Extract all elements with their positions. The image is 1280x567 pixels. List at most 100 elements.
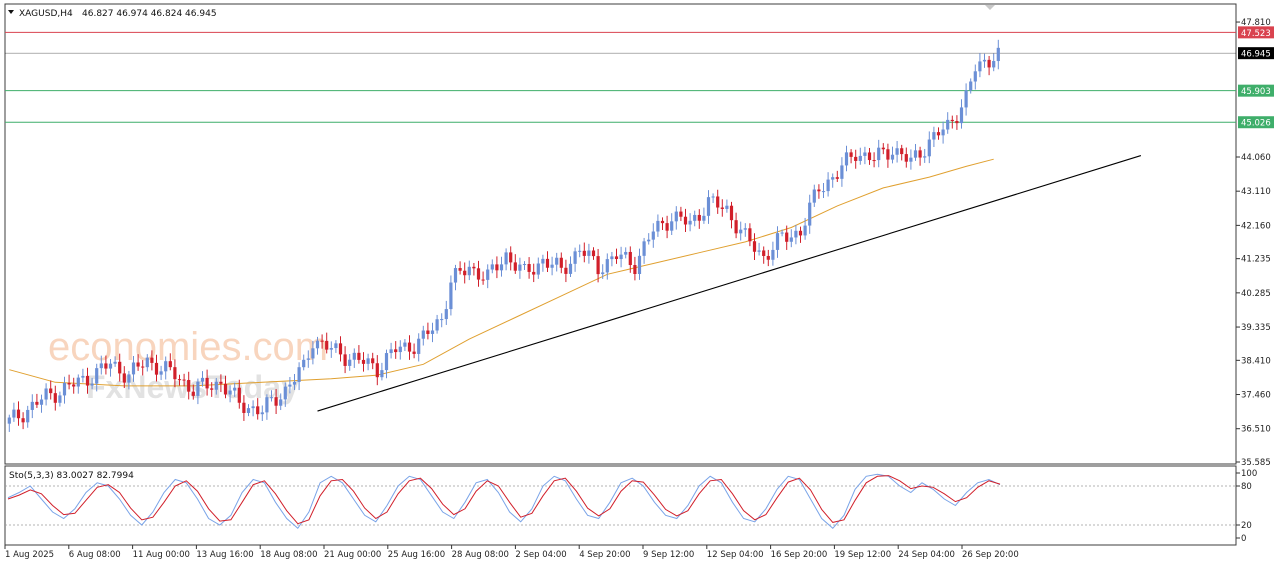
candle-body bbox=[596, 256, 600, 275]
candle-body bbox=[35, 401, 39, 405]
candle-body bbox=[923, 156, 927, 158]
symbol-label: XAGUSD,H4 bbox=[19, 9, 73, 19]
candle-body bbox=[283, 386, 287, 400]
candle-body bbox=[274, 397, 278, 406]
candle-body bbox=[449, 282, 453, 310]
candle-body bbox=[187, 379, 191, 392]
candle-body bbox=[315, 340, 320, 349]
candle-body bbox=[486, 269, 490, 280]
candle-body bbox=[196, 381, 200, 396]
candle-body bbox=[476, 268, 481, 280]
stoch-y-tick-label: 0 bbox=[1241, 534, 1246, 544]
y-tick-label: 42.160 bbox=[1241, 221, 1271, 231]
candle-body bbox=[973, 71, 977, 82]
candle-body bbox=[900, 148, 904, 155]
candle-body bbox=[334, 343, 338, 349]
candle-body bbox=[913, 150, 918, 158]
candle-body bbox=[854, 156, 858, 161]
candle-body bbox=[72, 384, 76, 387]
candle-body bbox=[338, 343, 343, 355]
candle-body bbox=[725, 205, 729, 209]
candle-body bbox=[642, 241, 646, 256]
candle-body bbox=[421, 330, 425, 339]
y-tick-label: 38.410 bbox=[1241, 356, 1271, 366]
candle-body bbox=[890, 154, 895, 160]
candle-body bbox=[265, 397, 269, 413]
price-tag-label-current: 46.945 bbox=[1241, 50, 1271, 60]
candle-body bbox=[872, 160, 876, 162]
candle-body bbox=[223, 383, 228, 395]
candle-body bbox=[532, 271, 536, 275]
x-tick-label: 19 Sep 12:00 bbox=[834, 550, 891, 560]
candle-body bbox=[743, 228, 747, 230]
candle-body bbox=[481, 279, 485, 281]
candle-body bbox=[403, 342, 407, 347]
candle-body bbox=[412, 351, 416, 354]
candle-body bbox=[343, 354, 347, 366]
candle-body bbox=[256, 406, 260, 415]
x-tick-label: 13 Aug 16:00 bbox=[196, 550, 253, 560]
price-chart[interactable]: economies.com FxNewsToday 47.81044.06043… bbox=[0, 0, 1280, 567]
x-tick-label: 6 Aug 08:00 bbox=[69, 550, 121, 560]
candle-body bbox=[49, 388, 53, 394]
candle-body bbox=[499, 264, 504, 271]
candle-body bbox=[306, 358, 310, 360]
y-tick-label: 36.510 bbox=[1241, 425, 1271, 435]
candle-body bbox=[292, 381, 297, 385]
candle-body bbox=[440, 319, 444, 321]
candle-body bbox=[159, 371, 163, 375]
candle-body bbox=[453, 268, 458, 283]
candle-body bbox=[104, 363, 108, 369]
candle-body bbox=[628, 251, 632, 266]
candle-body bbox=[513, 262, 517, 271]
candle-body bbox=[739, 229, 743, 234]
candle-body bbox=[269, 397, 274, 399]
ohlc-label: 46.827 46.974 46.824 46.945 bbox=[82, 9, 217, 19]
candle-body bbox=[992, 61, 996, 68]
candle-body bbox=[522, 264, 527, 266]
candle-body bbox=[417, 338, 421, 354]
candle-body bbox=[361, 359, 366, 364]
candle-body bbox=[518, 264, 522, 271]
x-tick-label: 11 Aug 00:00 bbox=[133, 550, 190, 560]
candle-body bbox=[619, 254, 623, 260]
x-tick-label: 16 Sep 20:00 bbox=[771, 550, 828, 560]
candle-body bbox=[651, 231, 655, 240]
candle-body bbox=[210, 388, 214, 390]
candle-body bbox=[909, 157, 913, 162]
candle-body bbox=[969, 81, 973, 91]
candle-body bbox=[435, 319, 439, 331]
candle-body bbox=[260, 412, 264, 415]
candle-body bbox=[803, 225, 807, 236]
candle-body bbox=[996, 47, 1000, 62]
candle-body bbox=[545, 258, 550, 268]
candle-body bbox=[946, 119, 950, 130]
candle-body bbox=[12, 409, 16, 418]
candle-body bbox=[702, 215, 706, 221]
candle-body bbox=[826, 179, 830, 192]
candle-body bbox=[191, 391, 195, 396]
stoch-y-tick-label: 100 bbox=[1241, 469, 1257, 479]
candle-body bbox=[118, 361, 122, 374]
candle-body bbox=[136, 362, 140, 367]
candle-body bbox=[762, 250, 766, 256]
candle-body bbox=[154, 362, 159, 375]
candle-body bbox=[817, 189, 821, 192]
candle-body bbox=[95, 368, 99, 384]
candle-body bbox=[122, 373, 126, 383]
x-tick-label: 21 Aug 00:00 bbox=[324, 550, 381, 560]
candle-body bbox=[601, 272, 605, 275]
y-tick-label: 43.110 bbox=[1241, 187, 1271, 197]
candle-body bbox=[863, 152, 867, 156]
y-tick-label: 44.060 bbox=[1241, 153, 1271, 163]
candle-body bbox=[348, 359, 352, 366]
candle-body bbox=[693, 214, 697, 221]
candle-body bbox=[67, 382, 71, 385]
candle-body bbox=[444, 309, 448, 320]
candle-body bbox=[789, 237, 793, 242]
candle-body bbox=[62, 382, 67, 396]
candle-body bbox=[757, 250, 761, 252]
candle-body bbox=[683, 216, 688, 225]
candle-body bbox=[81, 375, 85, 378]
candle-body bbox=[941, 129, 945, 136]
